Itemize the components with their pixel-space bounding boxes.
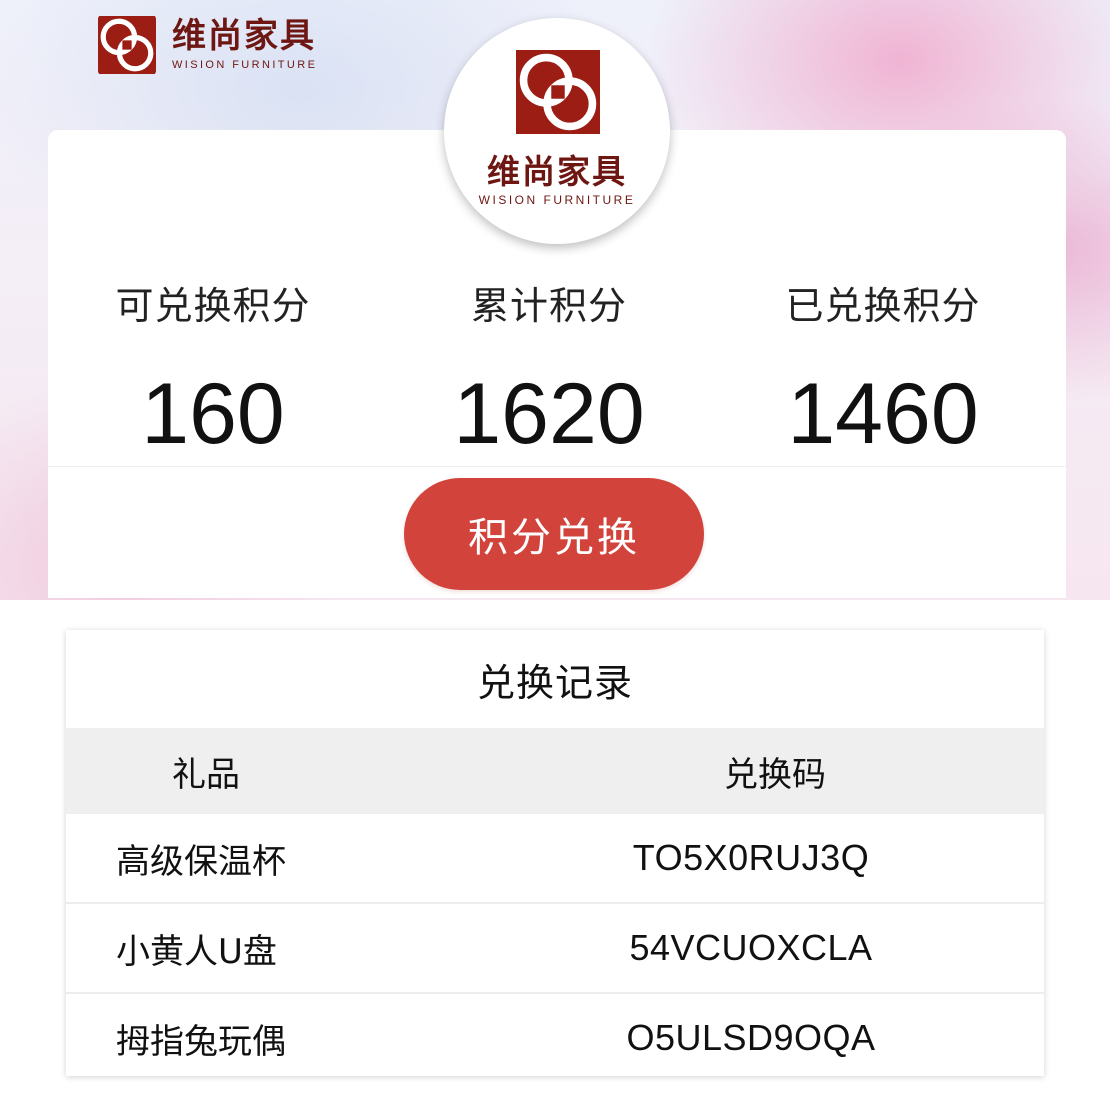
redeemed-points-value: 1460 [787,366,979,462]
available-points-value: 160 [141,366,285,462]
column-header-code: 兑换码 [724,754,826,795]
total-points-label: 累计积分 [470,284,627,328]
gift-cell: 小黄人U盘 [116,931,277,972]
column-header-gift: 礼品 [172,754,240,795]
gift-cell: 拇指兔玩偶 [116,1021,286,1062]
brand-badge: 维尚家具 WISION FURNITURE [444,18,670,244]
redeemed-points: 已兑换积分 1460 [718,278,1048,464]
badge-brand-name-cn: 维尚家具 [487,152,627,191]
header-logo-text: 维尚家具 WISION FURNITURE [172,17,317,73]
total-points-value: 1620 [453,366,645,462]
brand-name-en: WISION FURNITURE [172,59,318,71]
card-divider [48,466,1066,467]
code-cell: 54VCUOXCLA [629,927,873,968]
code-cell: O5ULSD9OQA [626,1017,876,1058]
available-points: 可兑换积分 160 [48,278,378,464]
header-logo: 维尚家具 WISION FURNITURE [98,12,317,78]
records-table-header: 礼品 兑换码 [66,728,1044,814]
total-points: 累计积分 1620 [384,278,714,464]
records-title: 兑换记录 [476,660,633,705]
brand-badge-logo-icon [516,50,600,134]
table-row: 高级保温杯 TO5X0RUJ3Q [66,814,1044,904]
brand-logo-icon [98,15,156,75]
points-stats: 可兑换积分 160 累计积分 1620 已兑换积分 1460 [48,278,1066,468]
brand-name-cn: 维尚家具 [172,16,316,56]
table-row: 小黄人U盘 54VCUOXCLA [66,904,1044,994]
table-row: 拇指兔玩偶 O5ULSD9OQA [66,994,1044,1082]
available-points-label: 可兑换积分 [115,284,311,328]
badge-brand-name-en: WISION FURNITURE [478,193,636,207]
redeem-points-button[interactable]: 积分兑换 [404,478,704,590]
redemption-records: 兑换记录 礼品 兑换码 高级保温杯 TO5X0RUJ3Q 小黄人U盘 54VCU… [66,630,1044,1076]
redeemed-points-label: 已兑换积分 [785,284,981,328]
gift-cell: 高级保温杯 [116,841,286,882]
code-cell: TO5X0RUJ3Q [632,837,870,878]
